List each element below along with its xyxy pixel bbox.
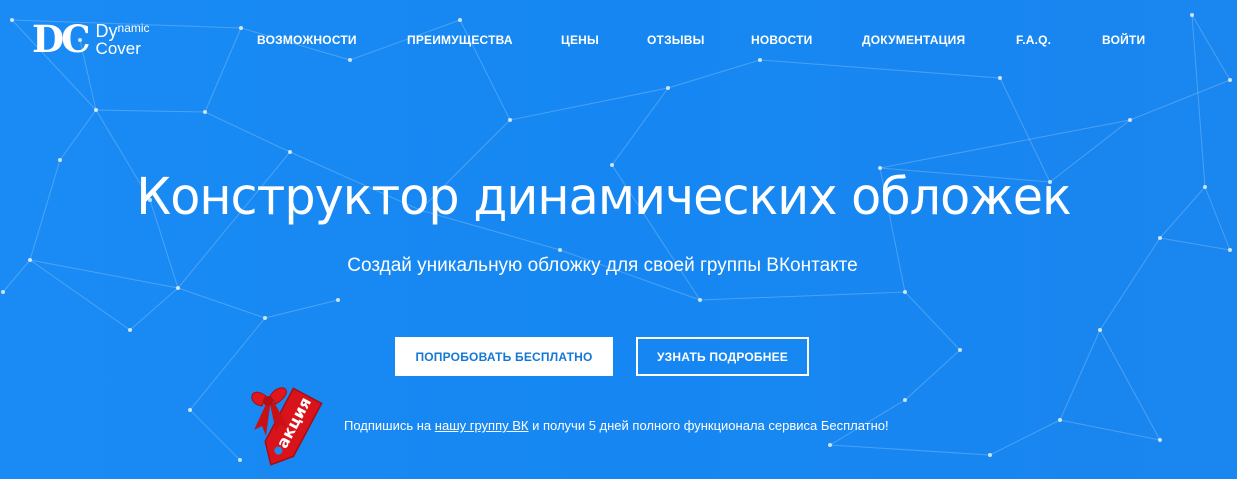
- try-free-button[interactable]: ПОПРОБОВАТЬ БЕСПЛАТНО: [395, 337, 613, 376]
- nav-item-reviews[interactable]: ОТЗЫВЫ: [647, 33, 705, 47]
- nav-item-prices[interactable]: ЦЕНЫ: [561, 33, 599, 47]
- promo-text: Подпишись на нашу группу ВК и получи 5 д…: [344, 418, 889, 433]
- network-background: [1, 13, 1232, 462]
- nav-item-news[interactable]: НОВОСТИ: [751, 33, 812, 47]
- nav-item-features[interactable]: ВОЗМОЖНОСТИ: [257, 33, 357, 47]
- page-title: Конструктор динамических обложек: [136, 168, 1072, 227]
- promo-text-after: и получи 5 дней полного функционала серв…: [528, 418, 889, 433]
- nav-item-faq[interactable]: F.A.Q.: [1016, 33, 1051, 47]
- learn-more-button[interactable]: УЗНАТЬ ПОДРОБНЕЕ: [636, 337, 809, 376]
- promo-ribbon-icon: акция: [251, 387, 323, 466]
- hero-section: DC Dynamic Cover ВОЗМОЖНОСТИ ПРЕИМУЩЕСТВ…: [0, 0, 1237, 479]
- nav-item-advantages[interactable]: ПРЕИМУЩЕСТВА: [407, 33, 513, 47]
- nav-item-documentation[interactable]: ДОКУМЕНТАЦИЯ: [862, 33, 965, 47]
- page-subtitle: Создай уникальную обложку для своей груп…: [347, 255, 858, 276]
- promo-vk-group-link[interactable]: нашу группу ВК: [435, 418, 529, 433]
- nav-item-login[interactable]: ВОЙТИ: [1102, 33, 1145, 47]
- main-nav: ВОЗМОЖНОСТИ ПРЕИМУЩЕСТВА ЦЕНЫ ОТЗЫВЫ НОВ…: [0, 33, 1237, 47]
- promo-text-before: Подпишись на: [344, 418, 435, 433]
